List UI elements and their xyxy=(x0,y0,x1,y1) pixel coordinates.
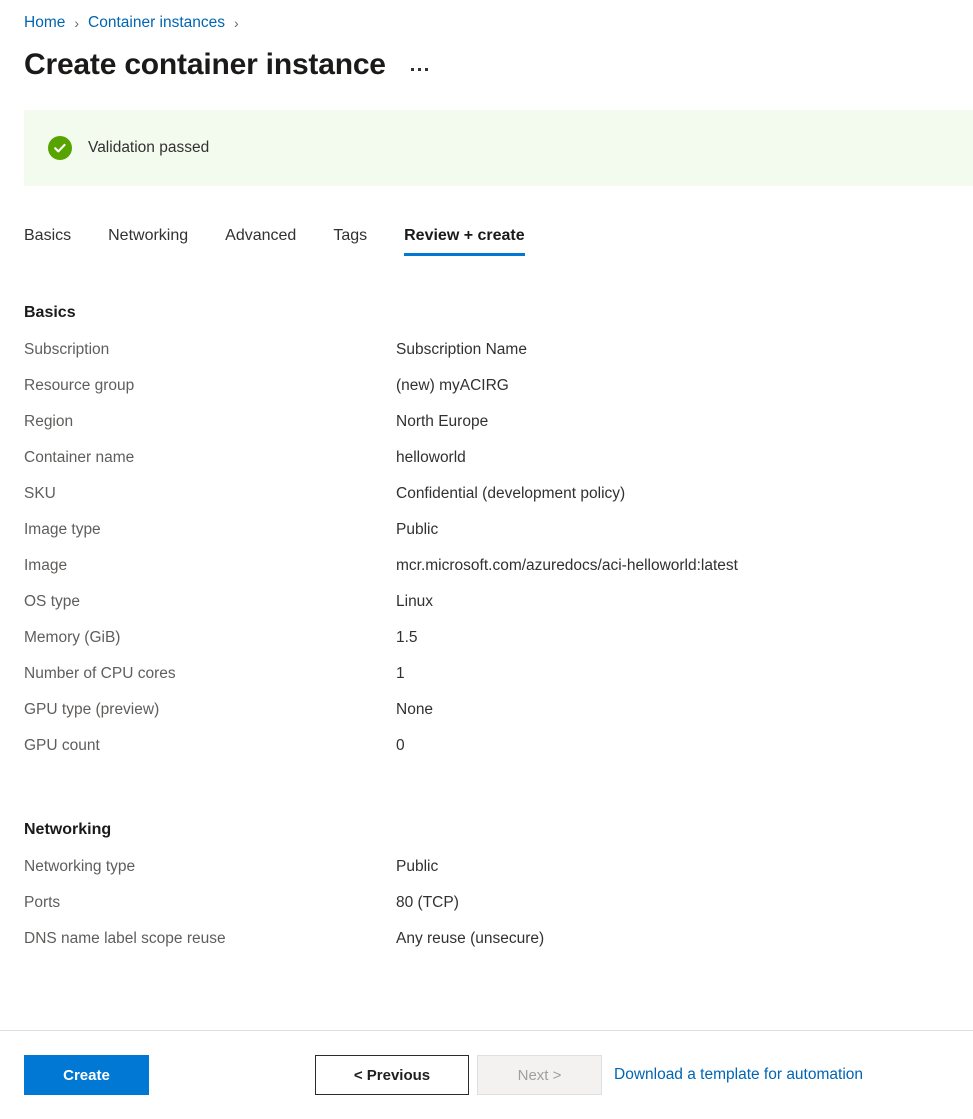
review-row-region: Region North Europe xyxy=(24,413,973,449)
review-row-image: Image mcr.microsoft.com/azuredocs/aci-he… xyxy=(24,557,973,593)
review-row-subscription: Subscription Subscription Name xyxy=(24,341,973,377)
wizard-footer: Create < Previous Next > Download a temp… xyxy=(0,1030,973,1119)
row-label: Image type xyxy=(24,521,396,539)
more-dot xyxy=(411,68,414,71)
validation-banner: Validation passed xyxy=(24,110,973,186)
review-row-gpu-count: GPU count 0 xyxy=(24,737,973,773)
review-row-resource-group: Resource group (new) myACIRG xyxy=(24,377,973,413)
row-label: Number of CPU cores xyxy=(24,665,396,683)
row-value: None xyxy=(396,701,433,719)
review-row-gpu-type: GPU type (preview) None xyxy=(24,701,973,737)
row-label: Region xyxy=(24,413,396,431)
row-value: Confidential (development policy) xyxy=(396,485,625,503)
tab-advanced[interactable]: Advanced xyxy=(225,227,296,256)
tab-basics[interactable]: Basics xyxy=(24,227,71,256)
previous-button[interactable]: < Previous xyxy=(315,1055,469,1095)
row-value: Subscription Name xyxy=(396,341,527,359)
row-value: 1.5 xyxy=(396,629,418,647)
tab-review-create[interactable]: Review + create xyxy=(404,227,525,256)
row-label: GPU count xyxy=(24,737,396,755)
row-label: OS type xyxy=(24,593,396,611)
row-value: North Europe xyxy=(396,413,488,431)
wizard-tabs: Basics Networking Advanced Tags Review +… xyxy=(0,210,973,256)
row-value: Any reuse (unsecure) xyxy=(396,930,544,948)
review-row-sku: SKU Confidential (development policy) xyxy=(24,485,973,521)
row-value: 0 xyxy=(396,737,405,755)
row-value: 1 xyxy=(396,665,405,683)
breadcrumb-item-home[interactable]: Home xyxy=(24,14,65,32)
more-dot xyxy=(418,68,421,71)
row-value: helloworld xyxy=(396,449,466,467)
row-label: Networking type xyxy=(24,858,396,876)
row-value: mcr.microsoft.com/azuredocs/aci-hellowor… xyxy=(396,557,738,575)
tab-networking[interactable]: Networking xyxy=(108,227,188,256)
tab-tags[interactable]: Tags xyxy=(333,227,367,256)
section-title-networking: Networking xyxy=(24,821,973,839)
row-label: Resource group xyxy=(24,377,396,395)
more-options-icon[interactable] xyxy=(408,64,431,75)
page-header: Create container instance xyxy=(0,36,973,81)
review-row-cpu-cores: Number of CPU cores 1 xyxy=(24,665,973,701)
review-row-dns-scope-reuse: DNS name label scope reuse Any reuse (un… xyxy=(24,930,973,966)
breadcrumb-separator-icon: › xyxy=(74,15,79,31)
breadcrumb-separator-icon: › xyxy=(234,15,239,31)
page-title: Create container instance xyxy=(24,48,386,81)
row-label: Container name xyxy=(24,449,396,467)
more-dot xyxy=(425,68,428,71)
next-button: Next > xyxy=(477,1055,602,1095)
review-row-networking-type: Networking type Public xyxy=(24,858,973,894)
row-label: DNS name label scope reuse xyxy=(24,930,396,948)
check-circle-icon xyxy=(48,136,72,160)
review-row-ports: Ports 80 (TCP) xyxy=(24,894,973,930)
row-value: Public xyxy=(396,521,438,539)
row-label: GPU type (preview) xyxy=(24,701,396,719)
row-value: 80 (TCP) xyxy=(396,894,459,912)
validation-status-text: Validation passed xyxy=(88,139,209,157)
row-label: Ports xyxy=(24,894,396,912)
download-template-link[interactable]: Download a template for automation xyxy=(614,1066,863,1084)
review-row-os-type: OS type Linux xyxy=(24,593,973,629)
row-value: (new) myACIRG xyxy=(396,377,509,395)
row-label: Memory (GiB) xyxy=(24,629,396,647)
review-row-container-name: Container name helloworld xyxy=(24,449,973,485)
row-value: Linux xyxy=(396,593,433,611)
section-title-basics: Basics xyxy=(24,304,973,322)
review-row-memory: Memory (GiB) 1.5 xyxy=(24,629,973,665)
review-row-image-type: Image type Public xyxy=(24,521,973,557)
row-label: Subscription xyxy=(24,341,396,359)
breadcrumb-item-container-instances[interactable]: Container instances xyxy=(88,14,225,32)
row-label: Image xyxy=(24,557,396,575)
review-content: Basics Subscription Subscription Name Re… xyxy=(0,304,973,966)
row-label: SKU xyxy=(24,485,396,503)
breadcrumb: Home › Container instances › xyxy=(0,0,973,36)
create-button[interactable]: Create xyxy=(24,1055,149,1095)
row-value: Public xyxy=(396,858,438,876)
